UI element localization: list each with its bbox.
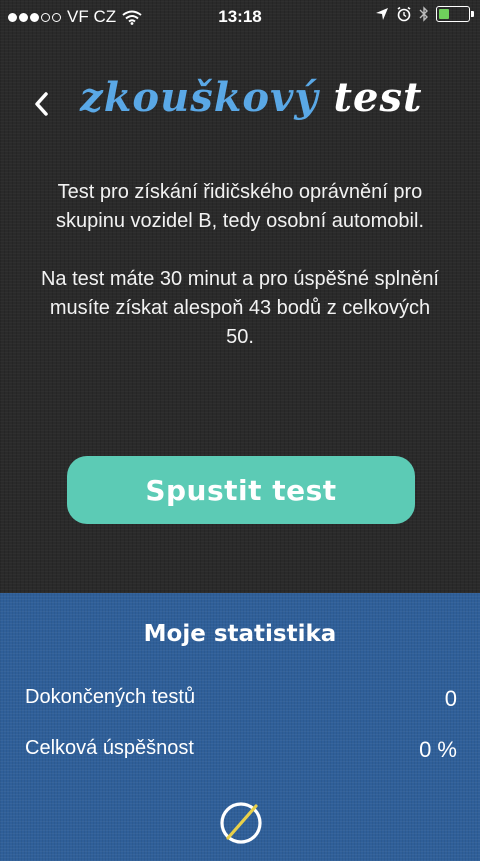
- chevron-left-icon: [35, 92, 48, 116]
- start-test-button[interactable]: Spustit test: [67, 456, 415, 524]
- stat-row-completed: Dokončených testů 0: [25, 686, 457, 712]
- stats-panel: Moje statistika Dokončených testů 0 Celk…: [0, 593, 480, 861]
- battery-icon: [436, 6, 474, 22]
- status-bar-right: [375, 6, 474, 22]
- description-paragraph-2: Na test máte 30 minut a pro úspěšné spln…: [40, 268, 439, 348]
- stat-success-value: 0 %: [419, 737, 457, 762]
- main-panel: VF CZ 13:18 zkouškový test Test pro získ…: [0, 0, 480, 593]
- alarm-clock-icon: [397, 6, 411, 22]
- stats-title: Moje statistika: [143, 621, 337, 647]
- page-title: zkouškový test: [80, 74, 422, 134]
- bluetooth-icon: [419, 6, 428, 22]
- app-logo-icon: [220, 802, 262, 844]
- location-arrow-icon: [376, 8, 388, 20]
- back-button[interactable]: [26, 86, 56, 122]
- description-paragraph-1: Test pro získání řidičského oprávnění pr…: [56, 181, 424, 232]
- title-part-2: test: [333, 74, 423, 121]
- title-part-1: zkouškový: [80, 74, 319, 121]
- stat-row-success: Celková úspěšnost 0 %: [25, 737, 457, 763]
- stat-success-label: Celková úspěšnost: [25, 737, 194, 759]
- stat-completed-label: Dokončených testů: [25, 686, 196, 708]
- stat-completed-value: 0: [444, 686, 457, 711]
- status-bar: VF CZ 13:18: [0, 0, 480, 34]
- test-description: Test pro získání řidičského oprávnění pr…: [40, 178, 440, 381]
